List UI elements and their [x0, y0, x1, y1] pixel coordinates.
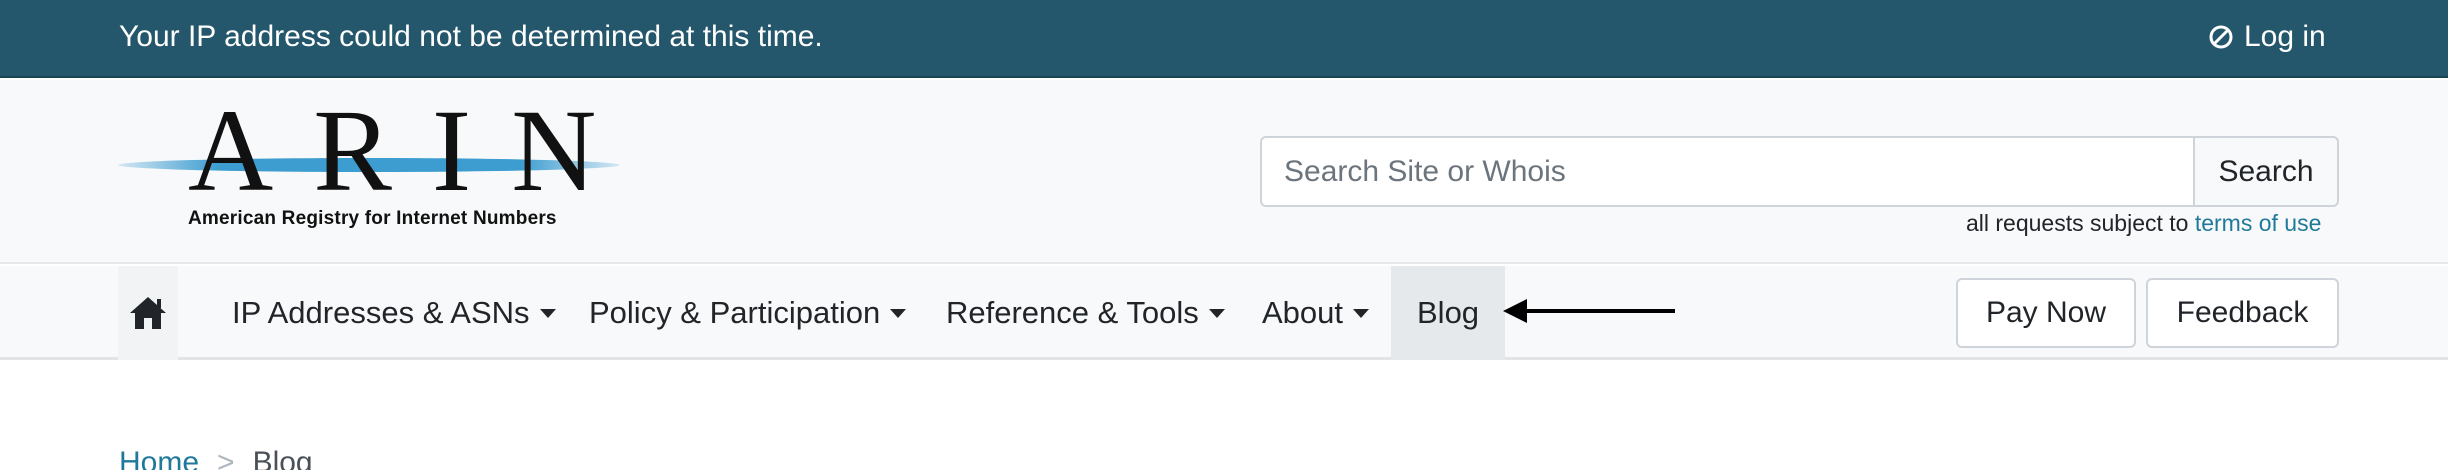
caret-down-icon	[890, 308, 907, 318]
logo-letters: ARIN	[188, 85, 637, 216]
nav-policy-label: Policy & Participation	[589, 295, 881, 330]
breadcrumb: Home > Blog	[119, 446, 313, 470]
main-nav: IP Addresses & ASNs Policy & Participati…	[0, 266, 2448, 360]
logo-tagline: American Registry for Internet Numbers	[188, 208, 557, 229]
nav-about[interactable]: About	[1262, 266, 1370, 360]
search-form: Search	[1260, 136, 2339, 207]
search-button[interactable]: Search	[2193, 136, 2339, 207]
nav-ip-addresses-label: IP Addresses & ASNs	[232, 295, 530, 330]
left-arrow-icon	[1503, 299, 1675, 323]
nav-policy-participation[interactable]: Policy & Participation	[589, 266, 907, 360]
caret-down-icon	[539, 308, 556, 318]
breadcrumb-home-link[interactable]: Home	[119, 446, 199, 470]
terms-of-use-link[interactable]: terms of use	[2195, 210, 2322, 236]
breadcrumb-current: Blog	[252, 446, 313, 470]
nav-about-label: About	[1262, 295, 1344, 330]
nav-blog-label: Blog	[1417, 295, 1480, 330]
home-icon	[130, 297, 166, 329]
nav-reference-tools[interactable]: Reference & Tools	[946, 266, 1225, 360]
top-banner: Your IP address could not be determined …	[0, 0, 2448, 78]
caret-down-icon	[1208, 308, 1225, 318]
login-label: Log in	[2244, 20, 2326, 53]
search-input[interactable]	[1260, 136, 2193, 207]
caret-down-icon	[1353, 308, 1370, 318]
login-link[interactable]: Log in	[2208, 20, 2326, 54]
nav-ip-addresses[interactable]: IP Addresses & ASNs	[232, 266, 556, 360]
nav-home[interactable]	[118, 266, 178, 360]
site-header: ARIN American Registry for Internet Numb…	[0, 80, 2448, 264]
terms-prefix: all requests subject to	[1966, 210, 2189, 236]
arin-logo[interactable]: ARIN American Registry for Internet Numb…	[118, 92, 628, 236]
feedback-button[interactable]: Feedback	[2146, 278, 2339, 348]
nav-reference-label: Reference & Tools	[946, 295, 1199, 330]
nav-blog[interactable]: Blog	[1391, 266, 1506, 360]
ip-address-message: Your IP address could not be determined …	[119, 20, 823, 53]
pay-now-button[interactable]: Pay Now	[1956, 278, 2136, 348]
circle-slash-icon	[2209, 25, 2233, 49]
breadcrumb-separator: >	[217, 446, 235, 470]
terms-note: all requests subject to terms of use	[1966, 210, 2321, 237]
